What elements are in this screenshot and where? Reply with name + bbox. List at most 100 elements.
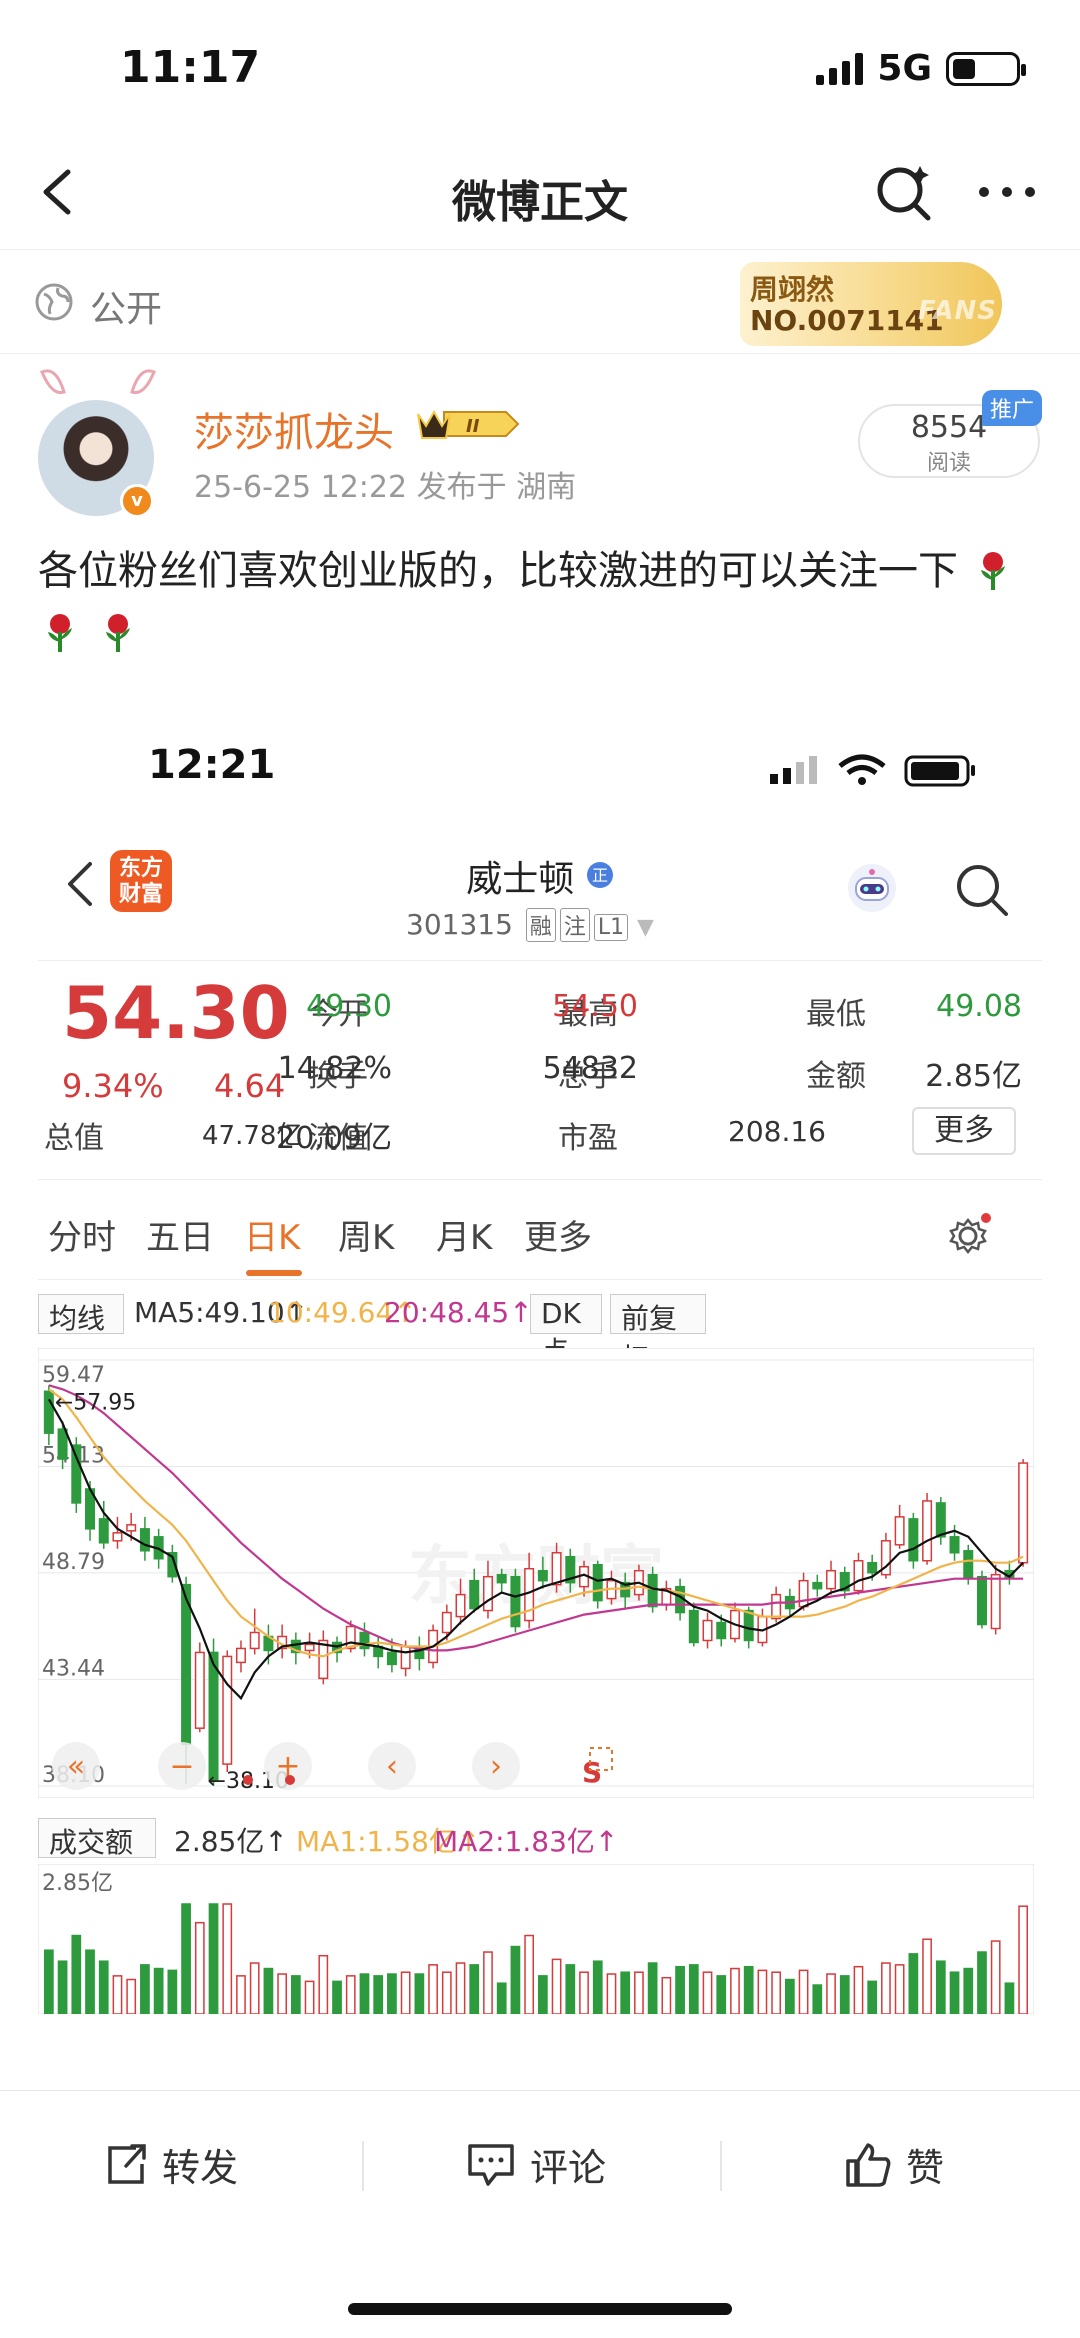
candle-body [826,1569,837,1590]
like-label: 赞 [906,2146,945,2190]
candle-body [935,1502,946,1538]
like-button[interactable]: 赞 [844,2137,944,2192]
candle-body [496,1573,507,1584]
candle-body [990,1573,1001,1630]
screenshot-status-icons [770,754,975,787]
field-label: 金额 [806,1059,866,1094]
ma20-value: 20:48.45↑ [384,1296,533,1329]
candle-body [798,1579,809,1608]
volume-bar [826,1973,836,2014]
volume-bar [428,1964,438,2014]
fans-badge-name: 周翊然 [750,273,835,306]
y-tick-label: 59.47 [42,1363,105,1388]
volume-bar [716,1975,727,2014]
fans-badge[interactable]: 周翊然 NO.0071141 FANS [740,262,1002,346]
volume-bar [441,1971,452,2014]
dk-point-button[interactable]: DK点 [530,1294,602,1368]
volume-bar [579,1971,589,2014]
settings-gear-icon[interactable] [946,1212,992,1258]
volume-bar [400,1971,411,2014]
stock-search-icon[interactable] [952,860,1012,920]
volume-bar [345,1975,356,2014]
zoom-left-icon: « [67,1749,85,1784]
level-text: II [466,416,480,437]
field-label: 总值 [44,1121,104,1156]
volume-bar [537,1975,548,2014]
assistant-robot-icon[interactable] [844,860,900,916]
chart-tabs: 分时 五日 日K 周K 月K 更多 [38,1190,1042,1280]
volume-bar [551,1958,562,2014]
fans-badge-tag: FANS [918,296,998,326]
volume-dropdown[interactable]: 成交额 [38,1818,156,1859]
candle-body [922,1500,933,1562]
candle-body [510,1575,521,1628]
candle-body [112,1532,123,1542]
y-tick-label: 43.44 [42,1657,105,1682]
forward-adjust-button[interactable]: 前复权 [610,1294,706,1375]
tab-weekly-k[interactable]: 周K [338,1210,394,1259]
more-icon[interactable] [976,180,1038,204]
avatar[interactable]: v [28,366,168,518]
volume-bar [592,1960,603,2014]
tab-intraday[interactable]: 分时 [48,1210,116,1259]
tab-monthly-k[interactable]: 月K [436,1210,492,1259]
comment-icon [468,2143,514,2186]
repost-label: 转发 [162,2146,239,2190]
tab-more[interactable]: 更多 [524,1210,592,1259]
verified-badge-icon: v [120,484,154,518]
rose-emoji-icon [106,614,130,652]
reads-counter[interactable]: 8554 阅读 推广 [858,390,1042,478]
field-value: 54.50 [552,989,638,1024]
code-tag: 注 [559,908,590,942]
volume-bar [153,1967,164,2014]
candlestick-chart[interactable]: 59.4754.1348.7943.4438.10东方财富←57.95←38.1… [38,1348,1034,1798]
status-icons: 5G [816,48,1026,89]
candle-body [976,1575,987,1626]
quote-more-button[interactable]: 更多 [912,1107,1016,1155]
volume-bar [867,1980,878,2014]
candle-body [400,1645,411,1670]
volume-bar [483,1951,493,2014]
post-body: 各位粉丝们喜欢创业版的，比较激进的可以关注一下 [38,548,958,594]
field-value: 49.30 [306,989,392,1024]
candle-body [194,1651,205,1729]
candle-body [482,1575,493,1612]
volume-bar [894,1964,905,2014]
candle-body [126,1524,137,1532]
volume-bar [318,1954,329,2014]
repost-button[interactable]: 转发 [102,2137,238,2192]
volume-bar [771,1971,782,2014]
divider [720,2141,722,2191]
comment-button[interactable]: 评论 [466,2137,606,2192]
tab-daily-k[interactable]: 日K [244,1210,300,1259]
candle-body [139,1528,150,1552]
marker-dot [285,1775,295,1785]
search-icon[interactable] [872,160,936,224]
volume-indicator-row: 成交额 2.85亿↑ MA1:1.58亿↑ MA2:1.83亿↑ [38,1812,1042,1862]
stock-code-text: 301315 [406,908,513,941]
volume-bar [249,1962,260,2014]
volume-bar [263,1967,274,2014]
candle-body [181,1583,192,1745]
volume-bar [332,1980,342,2014]
stock-name: 威士顿 正 [0,850,1080,902]
promo-tag: 推广 [981,390,1042,426]
author-name[interactable]: 莎莎抓龙头 [194,400,394,458]
tab-five-day[interactable]: 五日 [146,1210,214,1259]
volume-bar [43,1949,54,2014]
volume-bar [634,1971,644,2014]
stock-header: 东方财富 威士顿 正 301315 融注 L1 ▼ [0,830,1080,960]
candle-body [469,1579,480,1610]
embedded-screenshot[interactable]: 12:21 东方财富 威士顿 正 301315 融注 L1 ▼ 54.30 9.… [0,720,1080,2090]
ma-dropdown[interactable]: 均线 [38,1294,124,1335]
field-label: 最低 [806,997,866,1032]
volume-bar [304,1980,315,2014]
volume-bar [757,1969,768,2014]
candle-body [894,1516,905,1546]
volume-bar [290,1975,301,2014]
y-tick-label: 48.79 [42,1550,105,1575]
volume-chart: 2.85亿 [38,1864,1034,2014]
dropdown-caret-icon[interactable]: ▼ [637,915,654,940]
candle-body [702,1619,713,1642]
svg-text:正: 正 [592,866,608,885]
